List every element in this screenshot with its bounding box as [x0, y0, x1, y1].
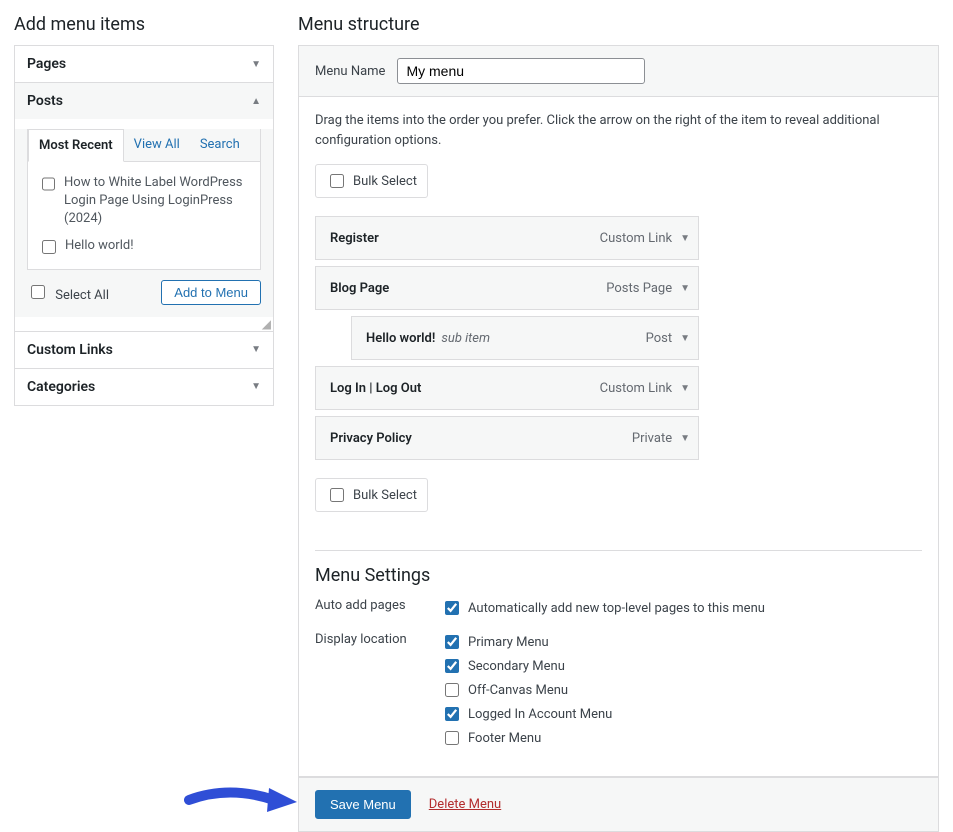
location-label: Footer Menu	[468, 731, 541, 746]
location-secondary-checkbox[interactable]	[445, 659, 459, 673]
chevron-down-icon[interactable]: ▼	[680, 283, 690, 294]
accordion-posts: Posts ▲ Most Recent View All Search	[15, 83, 273, 332]
accordion-categories: Categories ▼	[15, 369, 273, 405]
location-label: Secondary Menu	[468, 659, 565, 674]
accordion-categories-toggle[interactable]: Categories ▼	[15, 369, 273, 405]
tab-search[interactable]: Search	[190, 129, 250, 161]
accordion-pages: Pages ▼	[15, 46, 273, 83]
accordion-posts-toggle[interactable]: Posts ▲	[15, 83, 273, 119]
accordion-posts-label: Posts	[27, 93, 63, 109]
menu-item-type: Custom Link	[600, 381, 680, 396]
menu-settings: Menu Settings Auto add pages Automatical…	[315, 565, 922, 752]
chevron-down-icon: ▼	[251, 381, 261, 392]
menu-item-blog-page[interactable]: Blog Page Posts Page ▼	[315, 266, 699, 310]
menu-item-title: Privacy Policy	[330, 431, 412, 446]
menu-structure-heading: Menu structure	[298, 14, 939, 35]
chevron-down-icon[interactable]: ▼	[680, 433, 690, 444]
menu-item-register[interactable]: Register Custom Link ▼	[315, 216, 699, 260]
save-menu-button[interactable]: Save Menu	[315, 790, 411, 819]
menu-item-title: Log In | Log Out	[330, 381, 421, 396]
accordion-custom-links-toggle[interactable]: Custom Links ▼	[15, 332, 273, 368]
menu-settings-heading: Menu Settings	[315, 565, 922, 586]
delete-menu-link[interactable]: Delete Menu	[429, 797, 501, 812]
post-label: How to White Label WordPress Login Page …	[64, 174, 250, 229]
menu-item-sub-label: sub item	[441, 331, 490, 346]
tab-view-all[interactable]: View All	[124, 129, 190, 161]
accordion-pages-toggle[interactable]: Pages ▼	[15, 46, 273, 82]
post-checkbox-row: Hello world!	[38, 233, 250, 261]
accordion-container: Pages ▼ Posts ▲ Most Recent View All Sea…	[14, 45, 274, 406]
post-checkbox-row: How to White Label WordPress Login Page …	[38, 170, 250, 233]
bulk-select-checkbox[interactable]	[330, 174, 344, 188]
accordion-custom-links-label: Custom Links	[27, 342, 113, 358]
accordion-categories-label: Categories	[27, 379, 95, 395]
chevron-down-icon: ▼	[251, 59, 261, 70]
bulk-select-bottom[interactable]: Bulk Select	[315, 478, 428, 512]
chevron-up-icon: ▲	[251, 96, 261, 107]
select-all-row: Select All	[27, 282, 109, 303]
help-text: Drag the items into the order you prefer…	[315, 111, 922, 150]
menu-name-input[interactable]	[397, 58, 645, 84]
select-all-checkbox[interactable]	[31, 285, 45, 299]
auto-add-label: Auto add pages	[315, 598, 441, 613]
posts-tab-body: How to White Label WordPress Login Page …	[28, 162, 260, 269]
menu-name-bar: Menu Name	[298, 45, 939, 97]
location-loggedin-checkbox[interactable]	[445, 707, 459, 721]
location-offcanvas-checkbox[interactable]	[445, 683, 459, 697]
chevron-down-icon: ▼	[251, 344, 261, 355]
auto-add-desc: Automatically add new top-level pages to…	[468, 601, 765, 616]
menu-item-title: Register	[330, 231, 379, 246]
location-primary-checkbox[interactable]	[445, 635, 459, 649]
posts-tabs: Most Recent View All Search	[28, 129, 260, 162]
add-to-menu-button[interactable]: Add to Menu	[161, 280, 261, 305]
chevron-down-icon[interactable]: ▼	[680, 383, 690, 394]
location-footer-checkbox[interactable]	[445, 731, 459, 745]
bulk-select-checkbox[interactable]	[330, 488, 344, 502]
menu-items-list: Register Custom Link ▼ Blog Page Posts P…	[315, 216, 922, 460]
menu-item-title: Hello world!	[366, 331, 435, 346]
display-location-label: Display location	[315, 632, 441, 647]
menu-footer-bar: Save Menu Delete Menu	[298, 777, 939, 832]
chevron-down-icon[interactable]: ▼	[680, 333, 690, 344]
tab-most-recent[interactable]: Most Recent	[28, 129, 124, 162]
menu-item-type: Post	[646, 331, 681, 346]
post-label: Hello world!	[65, 237, 134, 255]
bulk-select-top[interactable]: Bulk Select	[315, 164, 428, 198]
menu-item-privacy-policy[interactable]: Privacy Policy Private ▼	[315, 416, 699, 460]
location-label: Off-Canvas Menu	[468, 683, 568, 698]
add-items-heading: Add menu items	[14, 14, 274, 35]
menu-item-hello-world[interactable]: Hello world! sub item Post ▼	[351, 316, 699, 360]
menu-item-type: Private	[632, 431, 680, 446]
menu-item-type: Custom Link	[600, 231, 680, 246]
location-label: Logged In Account Menu	[468, 707, 612, 722]
accordion-custom-links: Custom Links ▼	[15, 332, 273, 369]
menu-name-label: Menu Name	[315, 64, 385, 79]
post-checkbox[interactable]	[42, 240, 56, 254]
select-all-label: Select All	[55, 288, 109, 303]
auto-add-checkbox[interactable]	[445, 601, 459, 615]
chevron-down-icon[interactable]: ▼	[680, 233, 690, 244]
menu-item-login-logout[interactable]: Log In | Log Out Custom Link ▼	[315, 366, 699, 410]
post-checkbox[interactable]	[42, 177, 55, 191]
menu-structure-body: Drag the items into the order you prefer…	[298, 97, 939, 777]
accordion-pages-label: Pages	[27, 56, 66, 72]
menu-item-title: Blog Page	[330, 281, 389, 296]
bulk-select-label: Bulk Select	[353, 488, 417, 503]
location-label: Primary Menu	[468, 635, 549, 650]
resize-handle-icon[interactable]: ◢	[15, 317, 273, 331]
menu-item-type: Posts Page	[606, 281, 680, 296]
accordion-posts-body: Most Recent View All Search How to White…	[15, 129, 273, 317]
bulk-select-label: Bulk Select	[353, 174, 417, 189]
